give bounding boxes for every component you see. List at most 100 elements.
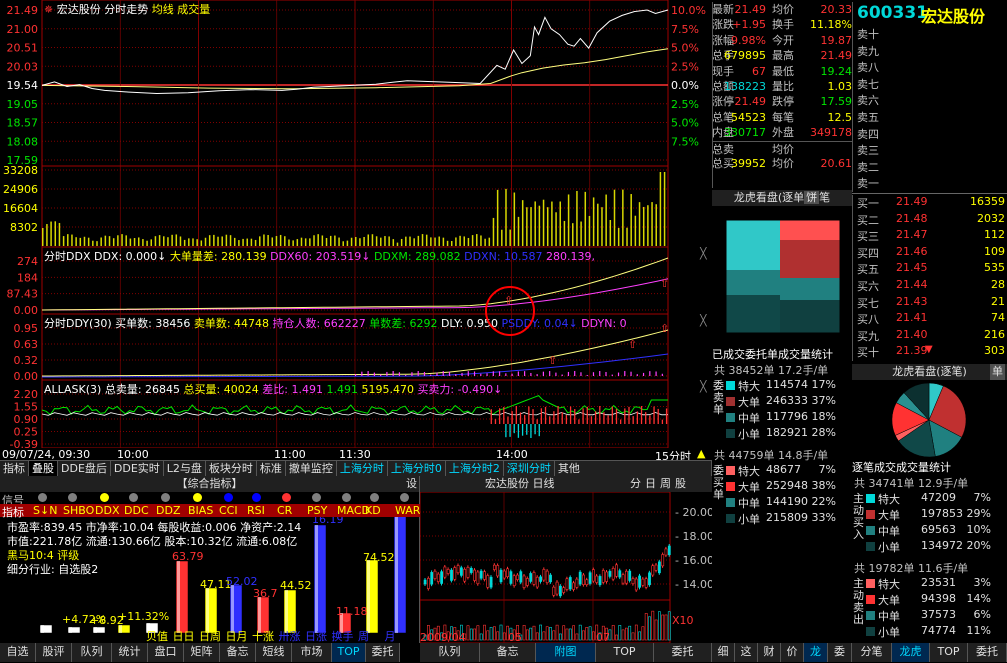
quote-row: 涨幅 9.98% 今开 19.87 xyxy=(712,33,852,48)
settings-button[interactable]: 设 xyxy=(406,476,417,492)
triangle-up-icon[interactable]: ▲ xyxy=(697,447,705,460)
quote-label: 跌停 xyxy=(772,95,794,109)
daily-chart-panel[interactable]: 宏达股份 日线 分日周股 - 20.00 - 18.00 - 16.00 - 14.0… xyxy=(420,476,712,643)
y-tick: 87.43 xyxy=(7,288,39,301)
volume-bar xyxy=(146,240,148,246)
chart-tab-0[interactable]: 指标 xyxy=(0,461,29,476)
bottom-tab-TOP[interactable]: TOP xyxy=(930,643,968,662)
sell-level: 卖五 xyxy=(853,109,1007,126)
allask-bar-up xyxy=(649,415,651,424)
stats-row: 小单 182921 28% xyxy=(726,426,852,442)
bottom-tab-矩阵[interactable]: 矩阵 xyxy=(184,643,220,662)
quote-value: 20.61 xyxy=(820,156,853,170)
chart-tab-10[interactable]: 上海分时2 xyxy=(446,461,504,476)
allask-bar-down xyxy=(530,424,532,438)
chart-tab-12[interactable]: 其他 xyxy=(555,461,712,476)
quote-label: 涨停 xyxy=(712,95,734,109)
daily-volume-bar xyxy=(486,630,490,641)
stats-name: 中单 xyxy=(878,525,900,538)
bottom-tab-价[interactable]: 价 xyxy=(781,643,804,662)
bottom-tab-委托[interactable]: 委托 xyxy=(968,643,1007,662)
chart-tab-2[interactable]: DDE盘后 xyxy=(58,461,111,476)
stats-percent: 7% xyxy=(818,463,836,476)
stroke-toggle[interactable]: 笔 xyxy=(819,191,830,204)
y-tick-left: 19.05 xyxy=(7,98,39,111)
quote-label: 最新 xyxy=(712,3,734,16)
candle-body xyxy=(634,578,638,591)
allask-bar-up xyxy=(599,406,601,424)
bottom-tab-附图[interactable]: 附图 xyxy=(536,643,596,662)
stats-header: 共 38452单 17.2手/单 xyxy=(712,362,852,378)
daily-volume-bar xyxy=(575,633,579,641)
active-sell-table: 共 19782单 11.6手/单 主动卖出 特大 23531 3% 大单 94398 14% 中… xyxy=(852,560,1007,640)
bottom-tab-盘口[interactable]: 盘口 xyxy=(148,643,184,662)
bottom-tab-TOP[interactable]: TOP xyxy=(332,643,366,662)
daily-tab-2[interactable]: 周 xyxy=(660,477,671,490)
candle-body xyxy=(450,569,453,581)
bottom-tab-队列[interactable]: 队列 xyxy=(72,643,112,662)
chart-tab-5[interactable]: 板块分时 xyxy=(206,461,257,476)
chart-tab-bar: 指标 叠股 DDE盘后 DDE实时 L2与盘 板块分时 标准 撤单监控 上海分时 上海分时0 上海分… xyxy=(0,460,712,476)
indicator-label: 卖单数: 44748 xyxy=(193,317,273,330)
bar-highlight xyxy=(285,590,288,633)
bottom-tab-财[interactable]: 财 xyxy=(758,643,781,662)
candle-body xyxy=(651,565,655,576)
chart-tab-8[interactable]: 上海分时 xyxy=(337,461,388,476)
bottom-tab-细[interactable]: 细 xyxy=(712,643,735,662)
pie-toggle[interactable]: 饼 xyxy=(804,191,820,204)
quote-row: 总额 138223 量比 1.03 xyxy=(712,79,852,94)
candle-body xyxy=(648,572,651,586)
bottom-tab-队列[interactable]: 队列 xyxy=(420,643,480,662)
quote-value: 1.03 xyxy=(827,79,853,93)
unit-toggle[interactable]: 单 xyxy=(990,364,1005,380)
bottom-tab-龙[interactable]: 龙 xyxy=(804,643,828,662)
candle-body xyxy=(479,570,483,579)
volume-bar xyxy=(521,200,524,246)
bottom-tab-龙虎[interactable]: 龙虎 xyxy=(892,643,930,662)
allask-bar-up xyxy=(620,419,622,424)
chart-tab-6[interactable]: 标准 xyxy=(257,461,286,476)
stats-header: 共 44759单 14.8手/单 xyxy=(712,447,852,463)
volume-bar xyxy=(96,241,98,246)
daily-tab-1[interactable]: 日 xyxy=(645,477,656,490)
bottom-tab-TOP[interactable]: TOP xyxy=(596,643,654,662)
intraday-chart[interactable]: 21.49 21.00 20.51 20.03 19.54 19.05 18.57 18.08… xyxy=(0,0,712,247)
bottom-tab-备忘[interactable]: 备忘 xyxy=(220,643,256,662)
bottom-tab-短线[interactable]: 短线 xyxy=(256,643,292,662)
ddy-bar xyxy=(561,374,563,376)
bottom-tab-股评[interactable]: 股评 xyxy=(36,643,72,662)
buy-level-volume: 109 xyxy=(984,244,1005,258)
indicator-label: DDXN: 10.587 xyxy=(464,250,547,263)
chart-tab-9[interactable]: 上海分时0 xyxy=(388,461,446,476)
daily-tab-3[interactable]: 股 xyxy=(675,477,686,490)
daily-tab-0[interactable]: 分 xyxy=(630,477,641,490)
volume-bar xyxy=(204,237,207,246)
allask-bar-up xyxy=(653,406,655,424)
bottom-tab-这[interactable]: 这 xyxy=(735,643,758,662)
chart-tab-7[interactable]: 撤单监控 xyxy=(286,461,337,476)
ddy-bar xyxy=(417,371,419,376)
bottom-tab-备忘[interactable]: 备忘 xyxy=(480,643,536,662)
y-tick-left: 20.51 xyxy=(7,42,39,55)
candle-body xyxy=(433,570,437,579)
chart-tab-1[interactable]: 叠股 xyxy=(29,461,58,476)
stats-row: 特大 114574 17% xyxy=(726,378,852,394)
ddy-bar xyxy=(473,371,476,376)
bottom-tab-委[interactable]: 委 xyxy=(828,643,852,662)
bottom-tab-市场[interactable]: 市场 xyxy=(292,643,332,662)
allask-bar-up xyxy=(569,406,572,424)
volume-bar xyxy=(446,240,449,246)
chart-tab-3[interactable]: DDE实时 xyxy=(111,461,164,476)
bottom-tab-委托[interactable]: 委托 xyxy=(654,643,712,662)
bottom-tab-统计[interactable]: 统计 xyxy=(112,643,148,662)
buy-level: 买二 21.48 2032 xyxy=(853,212,1007,229)
chart-tab-11[interactable]: 深圳分时 xyxy=(504,461,555,476)
bottom-tab-委托[interactable]: 委托 xyxy=(366,643,400,662)
chart-tab-4[interactable]: L2与盘 xyxy=(164,461,206,476)
bottom-tab-自选[interactable]: 自选 xyxy=(0,643,36,662)
candle-body xyxy=(463,569,467,582)
daily-volume-bar xyxy=(479,633,483,641)
bottom-tab-分笔[interactable]: 分笔 xyxy=(852,643,892,662)
ddx-header: 分时DDX DDX: 0.000↓ 大单量差: 280.139 DDX60: 2… xyxy=(44,248,595,264)
stats-name: 大单 xyxy=(738,396,760,409)
